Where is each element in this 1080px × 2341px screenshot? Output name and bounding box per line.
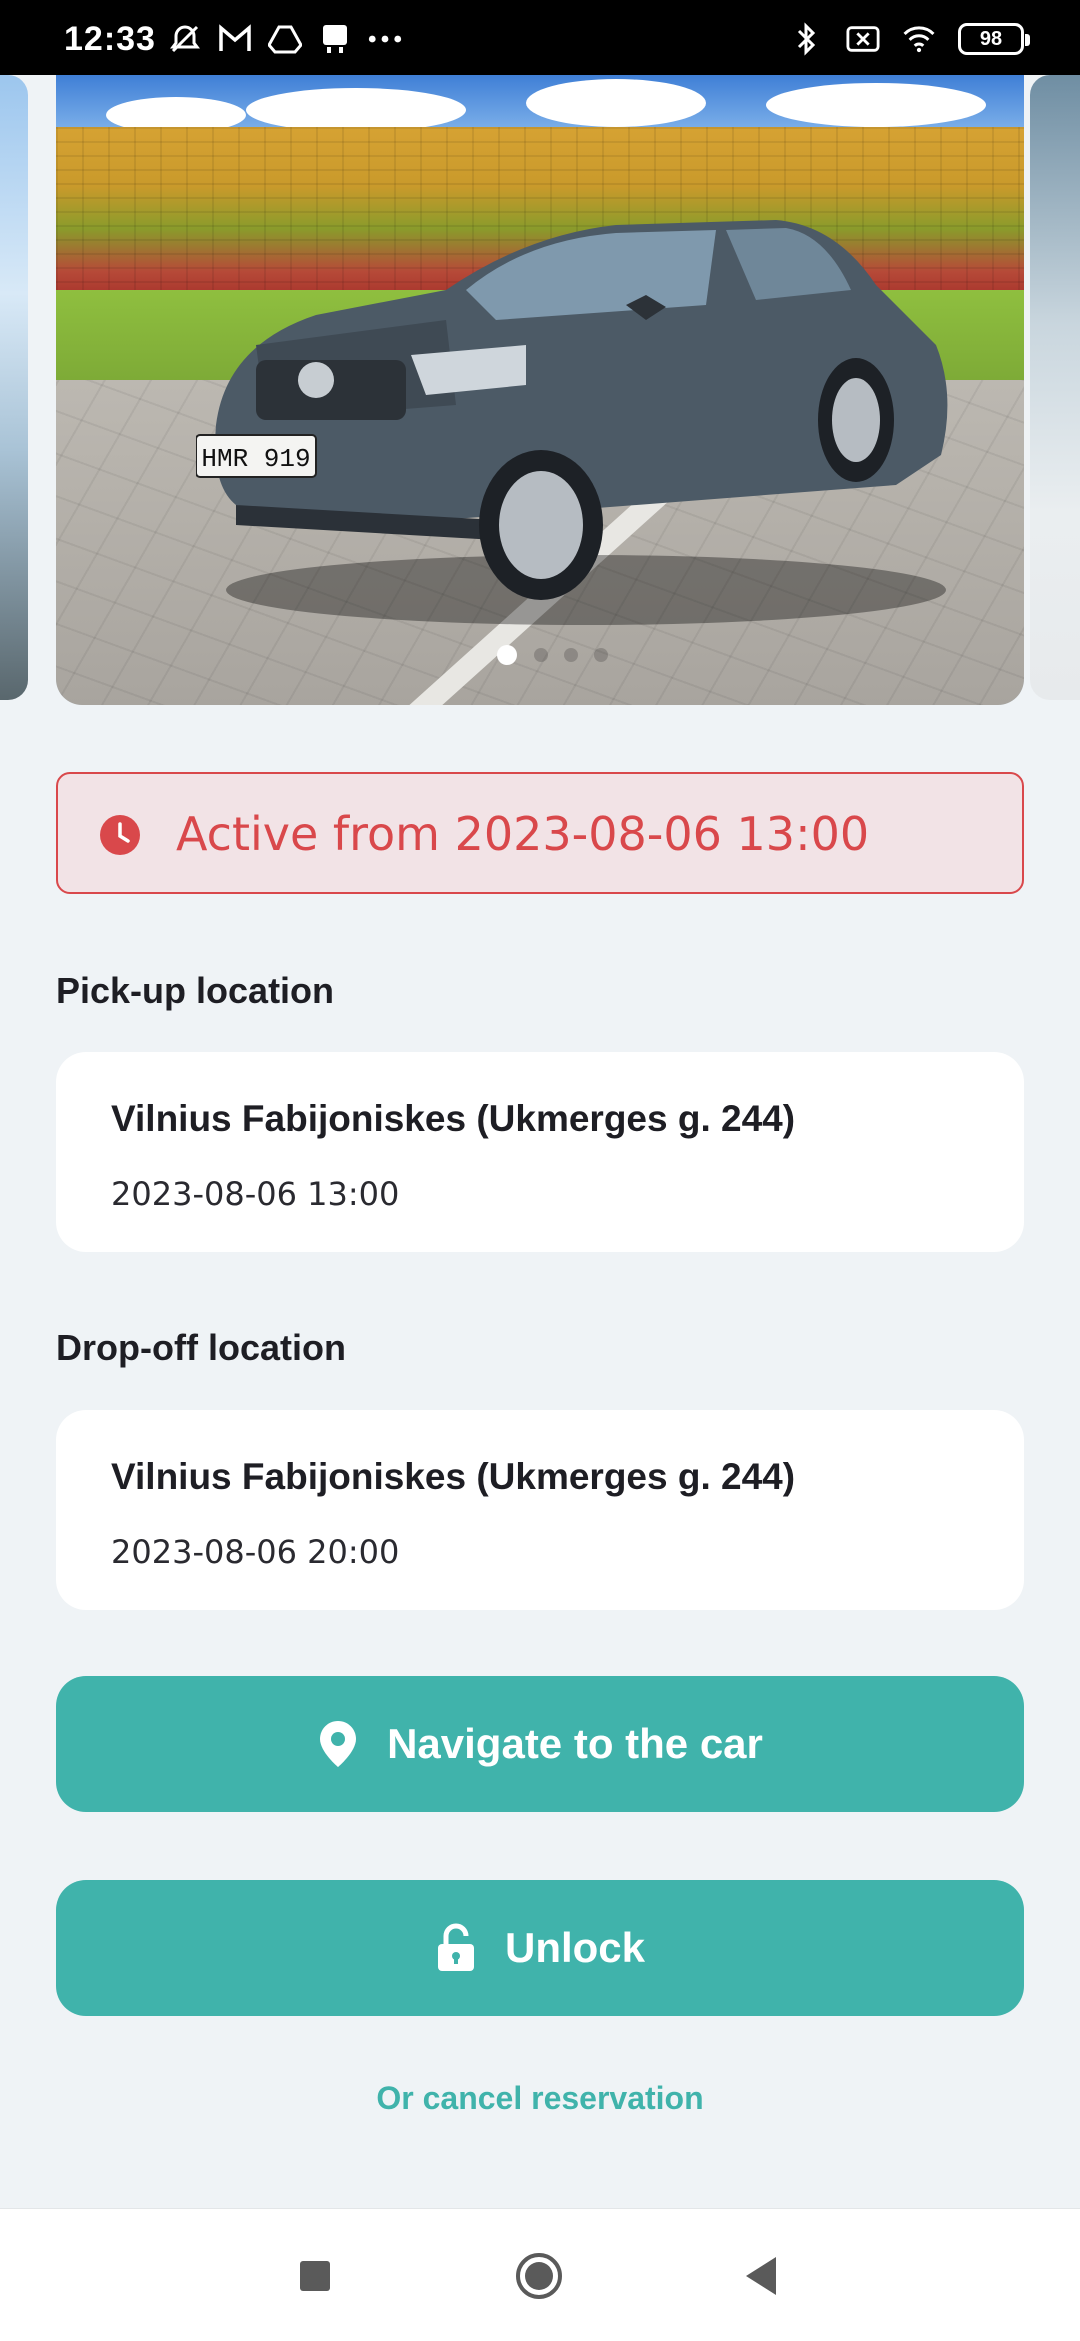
status-left-icons <box>168 22 402 56</box>
lock-icon <box>437 1923 474 1971</box>
more-dots-icon <box>368 22 402 56</box>
carousel-dot[interactable] <box>594 648 608 662</box>
carousel-dot[interactable] <box>564 648 578 662</box>
clock-icon <box>100 815 140 855</box>
carousel-dot[interactable] <box>534 648 548 662</box>
cancel-reservation-link[interactable]: Or cancel reservation <box>0 2080 1080 2117</box>
dropoff-location-name: Vilnius Fabijoniskes (Ukmerges g. 244) <box>111 1456 796 1497</box>
drive-icon <box>268 22 302 56</box>
license-plate: HMR 919 <box>201 444 310 474</box>
dropoff-location-card: Vilnius Fabijoniskes (Ukmerges g. 244) 2… <box>56 1410 1024 1610</box>
next-photo-peek[interactable] <box>1030 75 1080 700</box>
system-nav-bar <box>0 2208 1080 2341</box>
location-pin-icon <box>320 1721 357 1767</box>
wifi-icon <box>902 22 936 56</box>
dropoff-datetime: 2023-08-06 20:00 <box>111 1533 400 1571</box>
battery-level: 98 <box>979 27 1003 50</box>
pickup-section-label: Pick-up location <box>56 970 335 1011</box>
navigate-button-label: Navigate to the car <box>387 1720 763 1767</box>
status-right-icons: 98 <box>790 22 1030 56</box>
sim-x-icon <box>846 22 880 56</box>
home-button[interactable] <box>514 2251 564 2301</box>
battery-icon: 98 <box>958 23 1030 55</box>
clouds-decoration <box>106 79 986 133</box>
previous-photo-peek[interactable] <box>0 75 28 700</box>
dropoff-section-label: Drop-off location <box>56 1327 346 1368</box>
active-status-alert: Active from 2023-08-06 13:00 <box>56 772 1024 894</box>
car-illustration: HMR 919 <box>196 220 948 625</box>
car-photo: HMR 919 <box>56 75 1024 705</box>
status-bar: 12:33 98 <box>0 0 1080 75</box>
navigate-to-car-button[interactable]: Navigate to the car <box>56 1676 1024 1812</box>
carousel-dot-active[interactable] <box>497 645 517 665</box>
tray-icon <box>318 22 352 56</box>
unlock-button-label: Unlock <box>504 1924 646 1971</box>
gmail-icon <box>218 22 252 56</box>
bluetooth-icon <box>790 22 824 56</box>
back-button[interactable] <box>742 2255 780 2297</box>
unlock-button[interactable]: Unlock <box>56 1880 1024 2016</box>
active-from-text: Active from 2023-08-06 13:00 <box>176 807 870 861</box>
status-time: 12:33 <box>64 20 156 58</box>
car-photo-carousel[interactable]: HMR 919 <box>0 75 1080 705</box>
mute-alarm-icon <box>168 22 202 56</box>
recents-button[interactable] <box>300 2261 330 2291</box>
pickup-location-card: Vilnius Fabijoniskes (Ukmerges g. 244) 2… <box>56 1052 1024 1252</box>
pickup-location-name: Vilnius Fabijoniskes (Ukmerges g. 244) <box>111 1098 796 1139</box>
pickup-datetime: 2023-08-06 13:00 <box>111 1175 400 1213</box>
